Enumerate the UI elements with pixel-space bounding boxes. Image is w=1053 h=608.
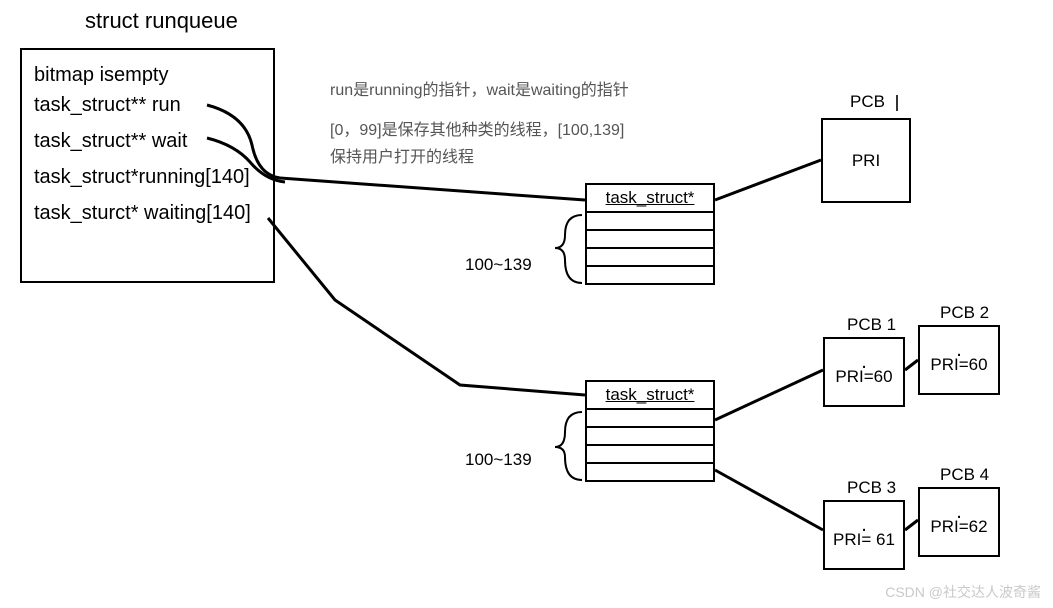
array-box-label: task_struct* (587, 382, 713, 408)
dot-icon: . (956, 507, 962, 517)
pcb-title: PCB 4 (940, 465, 989, 485)
array-box-running: task_struct* (585, 183, 715, 285)
description-line: [0，99]是保存其他种类的线程，[100,139] (330, 118, 624, 144)
cursor-icon (896, 95, 898, 111)
struct-box: bitmap isempty task_struct** run task_st… (20, 48, 275, 283)
pcb-box: . PRI= 61 (823, 500, 905, 570)
diagram-title: struct runqueue (85, 8, 238, 34)
struct-member: task_struct** wait (34, 126, 261, 156)
pcb-content: PRI= 61 (833, 530, 895, 550)
pcb-title: PCB (850, 92, 898, 112)
pcb-title: PCB 1 (847, 315, 896, 335)
pcb-content: PRI=62 (930, 517, 987, 537)
pcb-content: PRI (852, 151, 880, 171)
array-box-label: task_struct* (587, 185, 713, 211)
pcb-box: PRI (821, 118, 911, 203)
array-row (587, 462, 713, 480)
struct-member: bitmap isempty (34, 60, 261, 90)
dot-icon: . (861, 520, 867, 530)
array-row (587, 408, 713, 426)
array-row (587, 211, 713, 229)
description-line: 保持用户打开的线程 (330, 145, 474, 171)
range-label: 100~139 (465, 255, 532, 275)
array-box-waiting: task_struct* (585, 380, 715, 482)
dot-icon: . (956, 345, 962, 355)
array-row (587, 247, 713, 265)
struct-member: task_sturct* waiting[140] (34, 198, 261, 228)
array-row (587, 229, 713, 247)
pcb-content: PRI=60 (930, 355, 987, 375)
array-row (587, 265, 713, 283)
pcb-box: . PRI=60 (918, 325, 1000, 395)
struct-member: task_struct** run (34, 90, 261, 120)
description-line: run是running的指针，wait是waiting的指针 (330, 78, 629, 104)
array-row (587, 444, 713, 462)
watermark: CSDN @社交达人波奇酱 (885, 582, 1041, 602)
pcb-content: PRI=60 (835, 367, 892, 387)
pcb-title: PCB 2 (940, 303, 989, 323)
dot-icon: . (861, 357, 867, 367)
struct-member: task_struct*running[140] (34, 162, 261, 192)
array-row (587, 426, 713, 444)
pcb-title: PCB 3 (847, 478, 896, 498)
range-label: 100~139 (465, 450, 532, 470)
pcb-box: . PRI=60 (823, 337, 905, 407)
pcb-box: . PRI=62 (918, 487, 1000, 557)
